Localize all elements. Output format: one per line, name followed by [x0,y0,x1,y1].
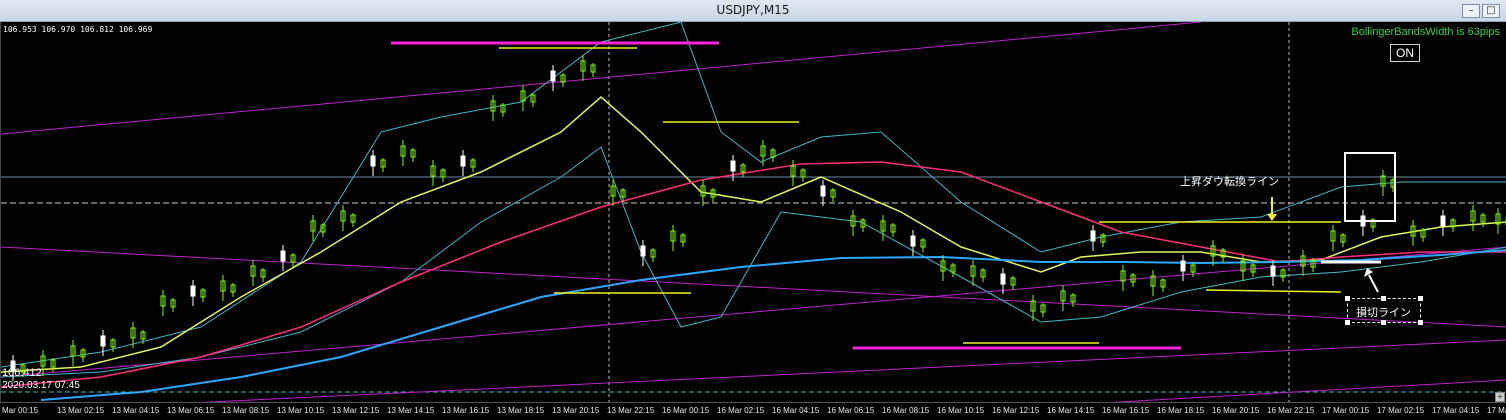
time-tick-label: 13 Mar 04:15 [112,406,160,415]
candle-body [550,70,556,82]
indicator-on-button[interactable]: ON [1390,44,1420,62]
resize-handle[interactable] [1418,296,1423,301]
candle-body [820,185,826,197]
annotation-arrow [1368,274,1379,293]
chart-canvas [1,22,1506,420]
time-tick-label: 16 Mar 20:15 [1212,406,1260,415]
candle-body [910,235,916,247]
candle-body [1000,273,1006,285]
chart-shift-button[interactable]: + [1495,392,1505,402]
minimize-button[interactable]: – [1462,4,1480,18]
window-title-bar: USDJPY,M15 – □ [0,0,1506,22]
time-tick-label: 17 Mar 00:15 [1322,406,1370,415]
resize-handle[interactable] [1381,320,1386,325]
uptrend-line-label: 上昇ダウ転換ライン [1180,175,1279,188]
time-tick-label: 16 Mar 08:15 [882,406,930,415]
low-marker [1205,289,1342,293]
candle-body [1270,265,1276,277]
time-tick-label: 13 Mar 06:15 [167,406,215,415]
time-tick-label: 16 Mar 02:15 [717,406,765,415]
time-tick-label: 16 Mar 22:15 [1267,406,1315,415]
resize-handle[interactable] [1345,320,1350,325]
time-tick-label: 16 Mar 18:15 [1157,406,1205,415]
time-tick-label: 13 Mar 20:15 [552,406,600,415]
trend-line [1,22,1202,135]
highlight-box [1344,152,1396,222]
time-tick-label: Mar 00:15 [2,406,39,415]
window-title: USDJPY,M15 [716,3,790,17]
maximize-button[interactable]: □ [1482,4,1500,18]
time-tick-label: 13 Mar 12:15 [332,406,380,415]
time-tick-label: 13 Mar 08:15 [222,406,270,415]
time-tick-label: 13 Mar 22:15 [607,406,655,415]
time-tick-label: 16 Mar 06:15 [827,406,875,415]
ohlc-readout: 106.953 106.970 106.812 106.969 [3,25,153,34]
time-axis: Mar 00:15 13 Mar 02:15 13 Mar 04:15 13 Mar … [0,402,1506,420]
resize-handle[interactable] [1418,320,1423,325]
resize-handle[interactable] [1381,296,1386,301]
price-chart[interactable] [0,22,1506,420]
candle-body [370,155,376,167]
time-tick-label: 17 Mar 04:15 [1432,406,1480,415]
cursor-time-label: 2020.03.17 07:45 [2,380,80,391]
time-tick-label: 16 Mar 10:15 [937,406,985,415]
time-tick-label: 17 Mar 06:15 [1487,406,1506,415]
candle-body [280,250,286,262]
moving-average-short [1,96,1506,373]
candle-body [1440,215,1446,227]
resize-handle[interactable] [1345,296,1350,301]
annotation-arrowhead [1267,214,1277,221]
time-tick-label: 13 Mar 02:15 [57,406,105,415]
time-tick-label: 13 Mar 18:15 [497,406,545,415]
moving-average-mid [1,161,1506,388]
time-tick-label: 13 Mar 10:15 [277,406,325,415]
candle-body [1090,230,1096,242]
bollinger-width-indicator: BollingerBandsWidth is 63pips [1351,26,1500,38]
time-tick-label: 16 Mar 12:15 [992,406,1040,415]
time-tick-label: 13 Mar 16:15 [442,406,490,415]
candle-body [100,335,106,347]
candle-body [730,160,736,172]
time-tick-label: 17 Mar 02:15 [1377,406,1425,415]
time-tick-label: 16 Mar 14:15 [1047,406,1095,415]
trend-line [1,246,1506,328]
time-tick-label: 16 Mar 16:15 [1102,406,1150,415]
candle-body [460,155,466,167]
time-tick-label: 16 Mar 00:15 [662,406,710,415]
candle-body [1180,260,1186,272]
stop-loss-label-box[interactable]: 損切ライン [1345,296,1423,325]
candle-body [190,285,196,297]
candle-body [640,245,646,257]
time-tick-label: 13 Mar 14:15 [387,406,435,415]
current-price-label: 106.412 [2,367,42,379]
time-tick-label: 16 Mar 04:15 [772,406,820,415]
stop-loss-label: 損切ライン [1356,306,1411,319]
